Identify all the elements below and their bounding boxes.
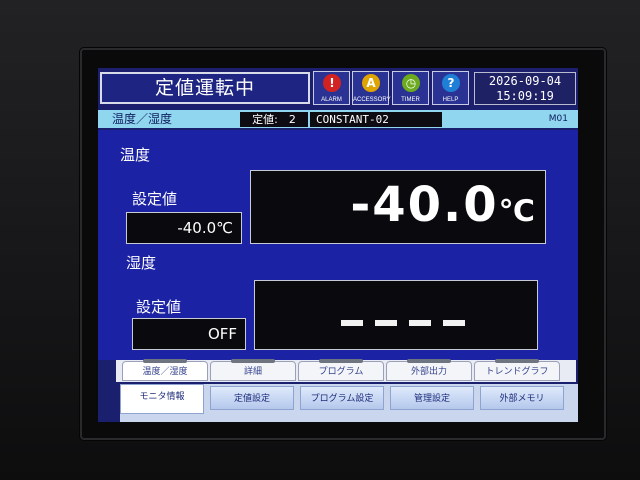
datetime-display: 2026-09-04 15:09:19 — [474, 72, 576, 105]
alarm-icon: ! — [323, 74, 341, 92]
tab-external-memory[interactable]: 外部メモリ — [480, 386, 564, 410]
tab-program-settings[interactable]: プログラム設定 — [300, 386, 384, 410]
temperature-current-value: -40.0 — [350, 177, 499, 233]
screen-code: M01 — [548, 114, 568, 124]
help-icon: ? — [442, 74, 460, 92]
program-name[interactable]: CONSTANT-02 — [310, 112, 442, 127]
temperature-setpoint-label: 設定値 — [132, 190, 178, 208]
humidity-title: 湿度 — [126, 254, 157, 272]
section-title: 温度／湿度 — [112, 112, 173, 126]
tab-external-output[interactable]: 外部出力 — [386, 359, 472, 381]
tab-monitor-info[interactable]: モニタ情報 — [120, 384, 204, 414]
tab-temp-humidity[interactable]: 温度／湿度 — [122, 359, 208, 381]
timer-button[interactable]: ◷ TIMER — [392, 71, 429, 105]
sub-tab-row: 温度／湿度 詳細 プログラム 外部出力 トレンドグラフ — [116, 359, 576, 382]
main-tab-row: モニタ情報 定値設定 プログラム設定 管理設定 外部メモリ — [120, 384, 578, 422]
temperature-title: 温度 — [120, 146, 151, 164]
temperature-unit: ℃ — [498, 194, 537, 229]
touch-screen: 定値運転中 ! ALARM A ACCESSORY ◷ TIMER ? HELP… — [98, 68, 578, 422]
humidity-setpoint-label: 設定値 — [136, 298, 182, 316]
accessory-icon: A — [362, 74, 380, 92]
temperature-current-display: -40.0℃ — [250, 170, 546, 244]
time-text: 15:09:19 — [496, 89, 554, 103]
tab-constant-settings[interactable]: 定値設定 — [210, 386, 294, 410]
header-bar: 定値運転中 ! ALARM A ACCESSORY ◷ TIMER ? HELP… — [98, 68, 578, 108]
operation-mode-title: 定値運転中 — [100, 72, 310, 104]
tab-management-settings[interactable]: 管理設定 — [390, 386, 474, 410]
humidity-current-display — [254, 280, 538, 350]
date-text: 2026-09-04 — [488, 74, 562, 88]
humidity-current-value — [341, 311, 477, 330]
help-button[interactable]: ? HELP — [432, 71, 469, 105]
monitor-panel: 温度 設定値 -40.0℃ -40.0℃ 湿度 設定値 OFF — [98, 130, 578, 360]
tab-trend-graph[interactable]: トレンドグラフ — [474, 359, 560, 381]
alarm-button[interactable]: ! ALARM — [313, 71, 350, 105]
humidity-setpoint-value[interactable]: OFF — [132, 318, 246, 350]
timer-icon: ◷ — [402, 74, 420, 92]
constant-number[interactable]: 定値: 2 — [240, 112, 308, 127]
temperature-setpoint-value[interactable]: -40.0℃ — [126, 212, 242, 244]
accessory-button[interactable]: A ACCESSORY — [352, 71, 391, 105]
tab-program[interactable]: プログラム — [298, 359, 384, 381]
tab-detail[interactable]: 詳細 — [210, 359, 296, 381]
sub-bar: 温度／湿度 定値: 2 CONSTANT-02 M01 — [98, 110, 578, 128]
